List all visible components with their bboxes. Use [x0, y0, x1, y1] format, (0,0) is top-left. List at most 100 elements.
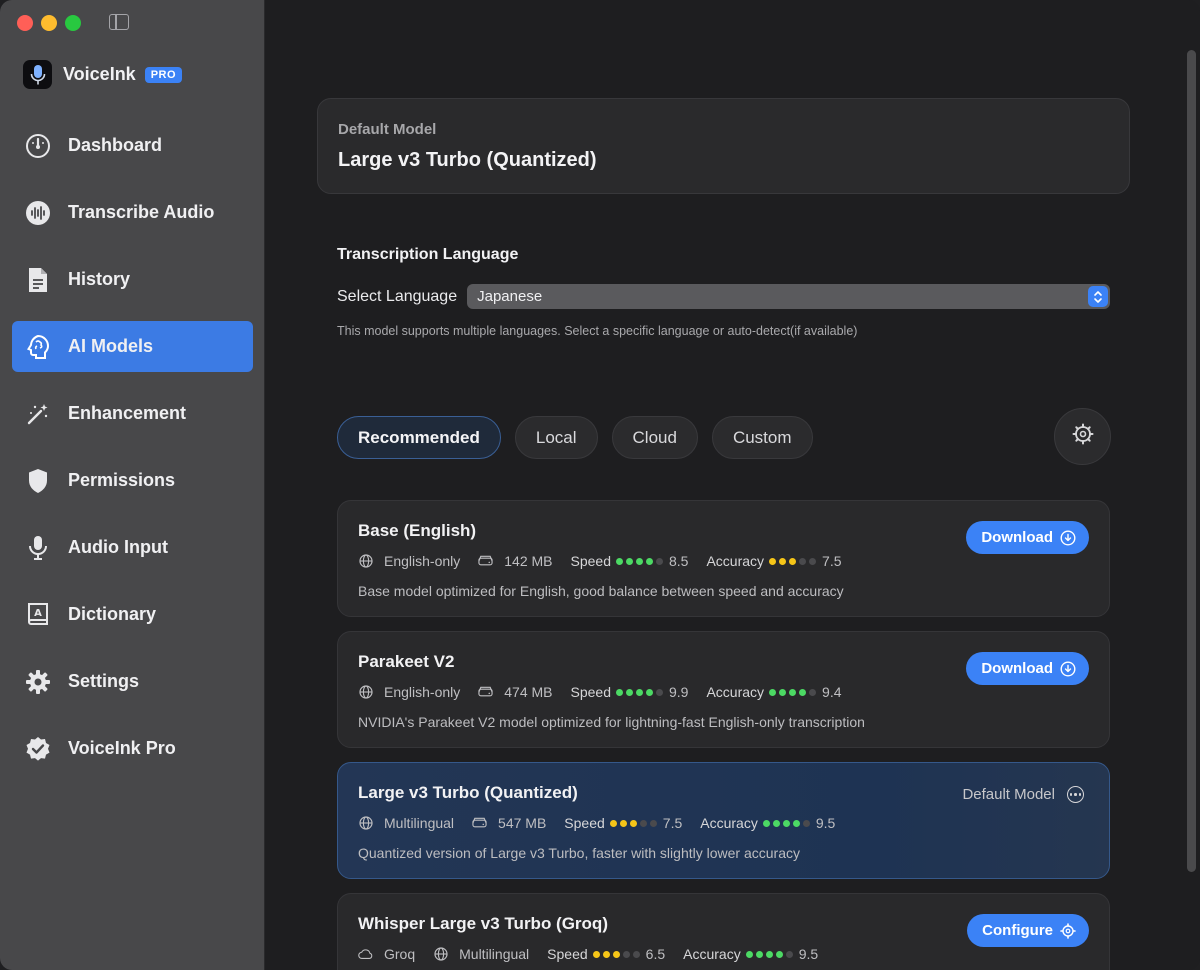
sidebar-item-label: Permissions: [68, 470, 176, 490]
sidebar-item-label: AI Models: [68, 336, 154, 356]
sidebar-item-audio-input[interactable]: Audio Input: [12, 522, 253, 573]
model-card-large-v3-turbo-quantized[interactable]: Large v3 Turbo (Quantized) Multilingual …: [337, 762, 1110, 879]
sidebar-item-label: Dictionary: [68, 604, 157, 624]
disk-icon: [478, 554, 493, 569]
accuracy-value: 9.5: [815, 815, 836, 831]
rating-dot: [619, 819, 627, 827]
sidebar-item-dictionary[interactable]: A Dictionary: [12, 589, 253, 640]
accuracy-rating-dots: [769, 688, 817, 696]
rating-dot: [636, 557, 643, 565]
tab-recommended[interactable]: Recommended: [337, 416, 501, 459]
sidebar-item-dashboard[interactable]: Dashboard: [12, 120, 253, 171]
rating-dot: [646, 688, 653, 696]
gauge-icon: [24, 132, 52, 160]
speed-rating-dots: [616, 557, 663, 565]
speed-rating-dots: [616, 688, 663, 696]
default-model-tag-label: Default Model: [962, 786, 1055, 803]
model-size: 474 MB: [504, 684, 553, 700]
rating-dot: [769, 688, 777, 696]
close-window-button[interactable]: [17, 15, 33, 31]
tab-cloud[interactable]: Cloud: [611, 416, 698, 459]
model-settings-button[interactable]: [1054, 408, 1111, 465]
default-model-label: Default Model: [338, 121, 437, 138]
speed-label: Speed: [570, 553, 611, 569]
rating-dot: [629, 819, 637, 827]
tab-custom[interactable]: Custom: [711, 416, 813, 459]
language-row: Select Language Japanese: [337, 284, 1110, 309]
configure-button[interactable]: Configure: [967, 914, 1089, 947]
scrollbar[interactable]: [1187, 50, 1196, 872]
speed-value: 8.5: [669, 553, 689, 569]
model-card-whisper-groq[interactable]: Whisper Large v3 Turbo (Groq) Groq Multi…: [337, 893, 1110, 970]
speed-label: Speed: [547, 946, 588, 962]
language-select-value: Japanese: [477, 288, 543, 305]
download-button[interactable]: Download: [966, 652, 1089, 685]
download-button[interactable]: Download: [966, 521, 1089, 554]
download-button-label: Download: [981, 660, 1053, 677]
sidebar-item-history[interactable]: History: [12, 254, 253, 305]
gear-icon: [24, 668, 52, 696]
rating-dot: [626, 688, 633, 696]
model-card-parakeet-v2[interactable]: Parakeet V2 English-only 474 MB Speed 9.9…: [337, 631, 1110, 748]
accuracy-rating-dots: [762, 819, 810, 827]
accuracy-label: Accuracy: [700, 815, 758, 831]
model-meta: English-only 142 MB Speed 8.5 Accuracy 7.5: [358, 553, 1089, 569]
sidebar-nav: Dashboard Transcribe Audio History AI Mo…: [12, 120, 253, 790]
model-language: English-only: [384, 553, 461, 569]
default-model-card: Default Model Large v3 Turbo (Quantized): [317, 98, 1130, 194]
globe-icon: [358, 816, 373, 831]
sidebar-item-ai-models[interactable]: AI Models: [12, 321, 253, 372]
chevron-up-down-icon[interactable]: [1088, 286, 1108, 307]
rating-dot: [646, 557, 653, 565]
model-provider: Groq: [384, 946, 416, 962]
pro-badge: PRO: [144, 66, 183, 83]
sidebar-item-label: Transcribe Audio: [68, 202, 215, 222]
rating-dot: [799, 688, 807, 696]
accuracy-value: 7.5: [822, 553, 842, 569]
app-window: VoiceInk PRO Dashboard Transcribe Audio: [0, 0, 1200, 970]
model-meta: English-only 474 MB Speed 9.9 Accuracy 9.4: [358, 684, 1089, 700]
rating-dot: [632, 950, 640, 958]
sidebar-item-label: Settings: [68, 671, 140, 691]
model-description: Base model optimized for English, good b…: [358, 583, 844, 599]
model-description: Quantized version of Large v3 Turbo, fas…: [358, 845, 800, 861]
model-description: NVIDIA's Parakeet V2 model optimized for…: [358, 714, 865, 730]
model-card-base-english[interactable]: Base (English) English-only 142 MB Speed…: [337, 500, 1110, 617]
sidebar-toggle-icon[interactable]: [109, 14, 129, 30]
speed-value: 9.9: [669, 684, 689, 700]
sidebar-item-settings[interactable]: Settings: [12, 656, 253, 707]
rating-dot: [802, 819, 810, 827]
rating-dot: [609, 819, 617, 827]
globe-icon: [358, 685, 373, 700]
tab-local[interactable]: Local: [514, 416, 598, 459]
rating-dot: [592, 950, 600, 958]
zoom-window-button[interactable]: [65, 15, 81, 31]
dictionary-icon: A: [24, 601, 52, 629]
rating-dot: [779, 557, 787, 565]
sidebar-item-voiceink-pro[interactable]: VoiceInk Pro: [12, 723, 253, 774]
rating-dot: [799, 557, 807, 565]
more-options-icon[interactable]: [1067, 786, 1084, 803]
rating-dot: [626, 557, 633, 565]
rating-dot: [789, 557, 797, 565]
gear-badge-icon: [1072, 423, 1094, 450]
speed-rating-dots: [592, 950, 640, 958]
app-name: VoiceInk: [63, 64, 136, 84]
sidebar: VoiceInk PRO Dashboard Transcribe Audio: [0, 0, 265, 970]
rating-dot: [809, 557, 817, 565]
minimize-window-button[interactable]: [41, 15, 57, 31]
rating-dot: [772, 819, 780, 827]
accuracy-value: 9.5: [798, 946, 819, 962]
speed-label: Speed: [570, 684, 611, 700]
language-select[interactable]: Japanese: [467, 284, 1110, 309]
sidebar-item-transcribe-audio[interactable]: Transcribe Audio: [12, 187, 253, 238]
sidebar-item-permissions[interactable]: Permissions: [12, 455, 253, 506]
sidebar-item-enhancement[interactable]: Enhancement: [12, 388, 253, 439]
model-meta: Groq Multilingual Speed 6.5 Accuracy 9.5: [358, 946, 1089, 962]
rating-dot: [656, 557, 663, 565]
rating-dot: [779, 688, 787, 696]
default-model-value: Large v3 Turbo (Quantized): [338, 149, 597, 171]
accuracy-label: Accuracy: [706, 684, 765, 700]
rating-dot: [612, 950, 620, 958]
rating-dot: [636, 688, 643, 696]
